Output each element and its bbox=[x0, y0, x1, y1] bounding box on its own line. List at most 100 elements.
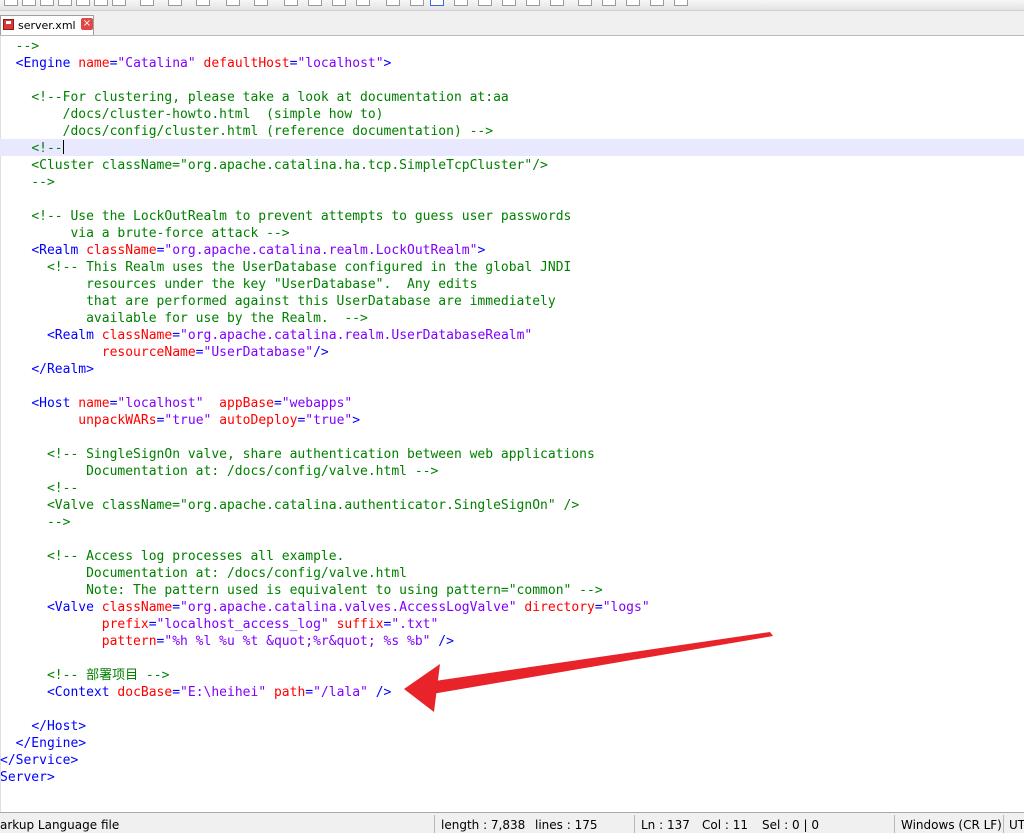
code-line[interactable]: resourceName="UserDatabase"/> bbox=[0, 344, 1024, 361]
code-token: = bbox=[305, 685, 314, 700]
code-line[interactable]: <Engine name="Catalina" defaultHost="loc… bbox=[0, 55, 1024, 72]
code-line[interactable]: <!-- bbox=[0, 480, 1024, 497]
redo-icon[interactable] bbox=[254, 0, 268, 6]
code-line[interactable]: Note: The pattern used is equivalent to … bbox=[0, 582, 1024, 599]
open-file-icon[interactable] bbox=[22, 0, 36, 6]
indent-guide-icon[interactable] bbox=[478, 0, 492, 6]
word-wrap-icon[interactable] bbox=[430, 0, 444, 6]
code-token: Documentation at: /docs/config/valve.htm… bbox=[0, 464, 439, 479]
code-line[interactable]: <!-- SingleSignOn valve, share authentic… bbox=[0, 446, 1024, 463]
code-editor[interactable]: --> <Engine name="Catalina" defaultHost=… bbox=[0, 36, 1024, 812]
code-line[interactable]: Server> bbox=[0, 769, 1024, 786]
code-line[interactable]: pattern="%h %l %u %t &quot;%r&quot; %s %… bbox=[0, 633, 1024, 650]
cut-icon[interactable] bbox=[140, 0, 154, 6]
code-line[interactable]: <!-- Access log processes all example. bbox=[0, 548, 1024, 565]
undo-icon[interactable] bbox=[226, 0, 240, 6]
code-line[interactable]: <!-- 部署项目 --> bbox=[0, 667, 1024, 684]
code-line[interactable]: <Realm className="org.apache.catalina.re… bbox=[0, 242, 1024, 259]
code-line[interactable] bbox=[0, 701, 1024, 718]
code-line[interactable]: /docs/config/cluster.html (reference doc… bbox=[0, 123, 1024, 140]
code-line[interactable]: available for use by the Realm. --> bbox=[0, 310, 1024, 327]
code-token: <Context bbox=[46, 685, 118, 700]
zoom-out-icon[interactable] bbox=[356, 0, 370, 6]
code-line[interactable]: --> bbox=[0, 38, 1024, 55]
show-all-chars-icon[interactable] bbox=[454, 0, 468, 6]
save-icon[interactable] bbox=[40, 0, 54, 6]
close-tab-icon[interactable]: × bbox=[81, 18, 93, 30]
copy-icon[interactable] bbox=[168, 0, 182, 6]
code-line[interactable]: <Context docBase="E:\heihei" path="/lala… bbox=[0, 684, 1024, 701]
macro-run-multiple-icon[interactable] bbox=[650, 0, 664, 6]
tab-server-xml[interactable]: server.xml × bbox=[0, 15, 94, 35]
line-count: lines : 175 bbox=[535, 818, 598, 832]
zoom-in-icon[interactable] bbox=[332, 0, 346, 6]
code-line[interactable]: /docs/cluster-howto.html (simple how to) bbox=[0, 106, 1024, 123]
close-icon[interactable] bbox=[76, 0, 90, 6]
code-line[interactable] bbox=[0, 531, 1024, 548]
code-line[interactable] bbox=[0, 72, 1024, 89]
code-token: <Realm bbox=[31, 243, 87, 258]
line-ending[interactable]: Windows (CR LF) bbox=[901, 818, 1002, 832]
macro-stop-icon[interactable] bbox=[602, 0, 616, 6]
macro-save-icon[interactable] bbox=[674, 0, 688, 6]
code-token: /> bbox=[430, 634, 454, 649]
save-all-icon[interactable] bbox=[58, 0, 72, 6]
new-file-icon[interactable] bbox=[4, 0, 18, 6]
code-line[interactable]: <!--For clustering, please take a look a… bbox=[0, 89, 1024, 106]
language-icon[interactable] bbox=[502, 0, 516, 6]
doc-map-icon[interactable] bbox=[526, 0, 540, 6]
code-line[interactable]: unpackWARs="true" autoDeploy="true"> bbox=[0, 412, 1024, 429]
code-line[interactable]: <Valve className="org.apache.catalina.va… bbox=[0, 599, 1024, 616]
code-line[interactable] bbox=[0, 650, 1024, 667]
code-line[interactable]: </Service> bbox=[0, 752, 1024, 769]
sync-vertical-icon[interactable] bbox=[386, 0, 400, 6]
code-token: <Engine bbox=[15, 56, 79, 71]
code-line[interactable]: <Valve className="org.apache.catalina.au… bbox=[0, 497, 1024, 514]
code-line[interactable]: <Host name="localhost" appBase="webapps" bbox=[0, 395, 1024, 412]
paste-icon[interactable] bbox=[196, 0, 210, 6]
close-all-icon[interactable] bbox=[94, 0, 108, 6]
code-token: resourceName bbox=[101, 345, 196, 360]
replace-icon[interactable] bbox=[308, 0, 322, 6]
code-line[interactable] bbox=[0, 191, 1024, 208]
code-token: <!-- This Realm uses the UserDatabase co… bbox=[46, 260, 572, 275]
code-line[interactable]: Documentation at: /docs/config/valve.htm… bbox=[0, 463, 1024, 480]
function-list-icon[interactable] bbox=[550, 0, 564, 6]
code-line[interactable] bbox=[0, 429, 1024, 446]
code-line[interactable]: </Engine> bbox=[0, 735, 1024, 752]
code-line[interactable]: </Realm> bbox=[0, 361, 1024, 378]
code-line[interactable]: prefix="localhost_access_log" suffix=".t… bbox=[0, 616, 1024, 633]
encoding[interactable]: UT bbox=[1009, 818, 1024, 832]
code-line[interactable]: <!-- This Realm uses the UserDatabase co… bbox=[0, 259, 1024, 276]
code-line[interactable]: via a brute-force attack --> bbox=[0, 225, 1024, 242]
code-line[interactable]: --> bbox=[0, 174, 1024, 191]
code-line[interactable]: <!-- bbox=[0, 140, 1024, 157]
code-line[interactable]: <!-- Use the LockOutRealm to prevent att… bbox=[0, 208, 1024, 225]
print-icon[interactable] bbox=[112, 0, 126, 6]
macro-record-icon[interactable] bbox=[578, 0, 592, 6]
code-line[interactable]: <Realm className="org.apache.catalina.re… bbox=[0, 327, 1024, 344]
find-icon[interactable] bbox=[284, 0, 298, 6]
code-token: appBase bbox=[219, 396, 274, 411]
status-separator bbox=[434, 815, 435, 833]
code-line[interactable] bbox=[0, 378, 1024, 395]
code-token: "/lala" bbox=[313, 685, 368, 700]
code-line[interactable]: </Host> bbox=[0, 718, 1024, 735]
code-line[interactable]: that are performed against this UserData… bbox=[0, 293, 1024, 310]
code-line[interactable]: <Cluster className="org.apache.catalina.… bbox=[0, 157, 1024, 174]
code-line[interactable]: resources under the key "UserDatabase". … bbox=[0, 276, 1024, 293]
code-text[interactable]: --> <Engine name="Catalina" defaultHost=… bbox=[0, 38, 1024, 786]
code-token: = bbox=[594, 600, 603, 615]
code-line[interactable]: Documentation at: /docs/config/valve.htm… bbox=[0, 565, 1024, 582]
macro-play-icon[interactable] bbox=[626, 0, 640, 6]
code-line[interactable]: --> bbox=[0, 514, 1024, 531]
sync-horizontal-icon[interactable] bbox=[410, 0, 424, 6]
